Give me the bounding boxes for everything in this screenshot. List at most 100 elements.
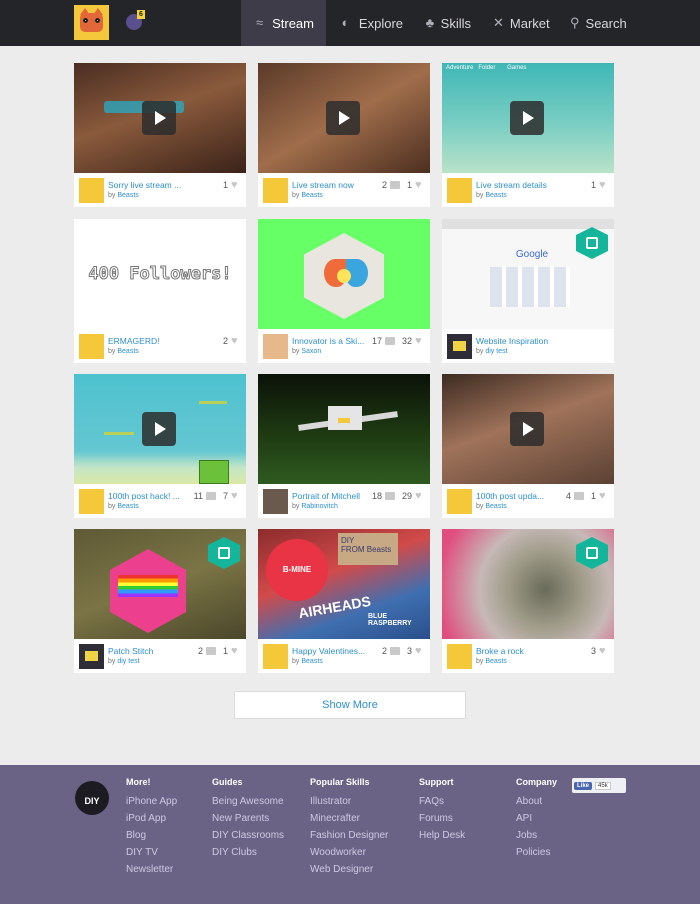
footer-link[interactable]: API [516,810,557,827]
avatar[interactable] [263,334,288,359]
author-link[interactable]: Beasts [301,192,322,199]
avatar[interactable] [263,178,288,203]
nav-explore[interactable]: ◐ Explore [326,0,415,46]
heart-icon[interactable]: ♥ [231,179,241,190]
stream-card[interactable]: 100th post hack! ... by Beasts 11 7 ♥ [74,374,246,518]
stream-card[interactable]: B-MINE DIY FROM Beasts AIRHEADS BLUE RAS… [258,529,430,673]
card-title[interactable]: Portrait of Mitchell [292,491,372,501]
footer-link[interactable]: Forums [419,810,465,827]
nav-market[interactable]: ✕ Market [481,0,559,46]
footer-link[interactable]: Fashion Designer [310,827,388,844]
comment-icon[interactable] [389,647,400,655]
show-more-button[interactable]: Show More [234,691,466,719]
footer-link[interactable]: Web Designer [310,861,388,878]
image-thumbnail[interactable]: Google [442,219,614,329]
footer-link[interactable]: Jobs [516,827,557,844]
avatar[interactable] [447,644,472,669]
footer-link[interactable]: FAQs [419,793,465,810]
image-thumbnail[interactable]: 400 Followers! [74,219,246,329]
comment-icon[interactable] [573,492,584,500]
card-title[interactable]: Broke a rock [476,646,556,656]
card-title[interactable]: Live stream details [476,180,556,190]
author-link[interactable]: diy test [485,348,507,355]
avatar[interactable] [79,178,104,203]
image-thumbnail[interactable] [74,529,246,639]
card-title[interactable]: Patch Stitch [108,646,188,656]
avatar[interactable] [79,644,104,669]
nav-search[interactable]: ⚲ Search [558,0,638,46]
author-link[interactable]: Beasts [485,192,506,199]
heart-icon[interactable]: ♥ [415,645,425,656]
avatar[interactable] [447,178,472,203]
stream-card[interactable]: Patch Stitch by diy test 2 1 ♥ [74,529,246,673]
play-button-icon[interactable] [142,101,176,135]
footer-link[interactable]: About [516,793,557,810]
video-thumbnail[interactable] [74,374,246,484]
comment-icon[interactable] [205,492,216,500]
footer-diy-logo[interactable]: DIY [75,781,109,815]
footer-link[interactable]: Policies [516,844,557,861]
stream-card[interactable]: Live stream now by Beasts 2 1 ♥ [258,63,430,207]
stream-card[interactable]: 100th post upda... by Beasts 4 1 ♥ [442,374,614,518]
card-title[interactable]: Innovator is a Ski... [292,336,372,346]
footer-link[interactable]: Blog [126,827,177,844]
image-thumbnail[interactable] [258,219,430,329]
stream-card[interactable]: Portrait of Mitchell by Rabinovitch 18 2… [258,374,430,518]
footer-link[interactable]: DIY Clubs [212,844,284,861]
play-button-icon[interactable] [510,101,544,135]
footer-link[interactable]: iPod App [126,810,177,827]
comment-icon[interactable] [389,181,400,189]
avatar[interactable] [447,489,472,514]
stream-card[interactable]: Sorry live stream ... by Beasts 1 ♥ [74,63,246,207]
image-thumbnail[interactable] [258,374,430,484]
video-thumbnail[interactable] [74,63,246,173]
card-title[interactable]: Live stream now [292,180,372,190]
heart-icon[interactable]: ♥ [415,490,425,501]
author-link[interactable]: Beasts [117,348,138,355]
heart-icon[interactable]: ♥ [599,179,609,190]
author-link[interactable]: Beasts [485,503,506,510]
video-thumbnail[interactable] [258,63,430,173]
heart-icon[interactable]: ♥ [231,645,241,656]
author-link[interactable]: Saxon [301,348,321,355]
author-link[interactable]: diy test [117,658,139,665]
image-thumbnail[interactable]: B-MINE DIY FROM Beasts AIRHEADS BLUE RAS… [258,529,430,639]
card-title[interactable]: Website Inspiration [476,336,556,346]
diy-logo[interactable] [74,5,109,40]
heart-icon[interactable]: ♥ [415,335,425,346]
footer-link[interactable]: Illustrator [310,793,388,810]
footer-link[interactable]: New Parents [212,810,284,827]
comment-icon[interactable] [384,337,395,345]
card-title[interactable]: ERMAGERD! [108,336,188,346]
heart-icon[interactable]: ♥ [231,335,241,346]
card-title[interactable]: Sorry live stream ... [108,180,188,190]
footer-link[interactable]: Newsletter [126,861,177,878]
avatar[interactable] [263,489,288,514]
image-thumbnail[interactable] [442,529,614,639]
footer-link[interactable]: iPhone App [126,793,177,810]
author-link[interactable]: Rabinovitch [301,503,338,510]
heart-icon[interactable]: ♥ [599,490,609,501]
author-link[interactable]: Beasts [485,658,506,665]
footer-link[interactable]: DIY Classrooms [212,827,284,844]
heart-icon[interactable]: ♥ [231,490,241,501]
avatar[interactable] [263,644,288,669]
footer-link[interactable]: Minecrafter [310,810,388,827]
facebook-like-button[interactable]: Like 45k [572,778,626,793]
nav-skills[interactable]: ♣ Skills [413,0,483,46]
footer-link[interactable]: DIY TV [126,844,177,861]
comment-icon[interactable] [205,647,216,655]
video-thumbnail[interactable] [442,374,614,484]
footer-link[interactable]: Help Desk [419,827,465,844]
stream-card[interactable]: Innovator is a Ski... by Saxon 17 32 ♥ [258,219,430,363]
avatar[interactable] [447,334,472,359]
avatar[interactable] [79,489,104,514]
card-title[interactable]: 100th post upda... [476,491,556,501]
author-link[interactable]: Beasts [301,658,322,665]
heart-icon[interactable]: ♥ [599,645,609,656]
author-link[interactable]: Beasts [117,503,138,510]
stream-card[interactable]: Adventure Folder Games Live stream detai… [442,63,614,207]
card-title[interactable]: 100th post hack! ... [108,491,188,501]
comment-icon[interactable] [384,492,395,500]
video-thumbnail[interactable]: Adventure Folder Games [442,63,614,173]
